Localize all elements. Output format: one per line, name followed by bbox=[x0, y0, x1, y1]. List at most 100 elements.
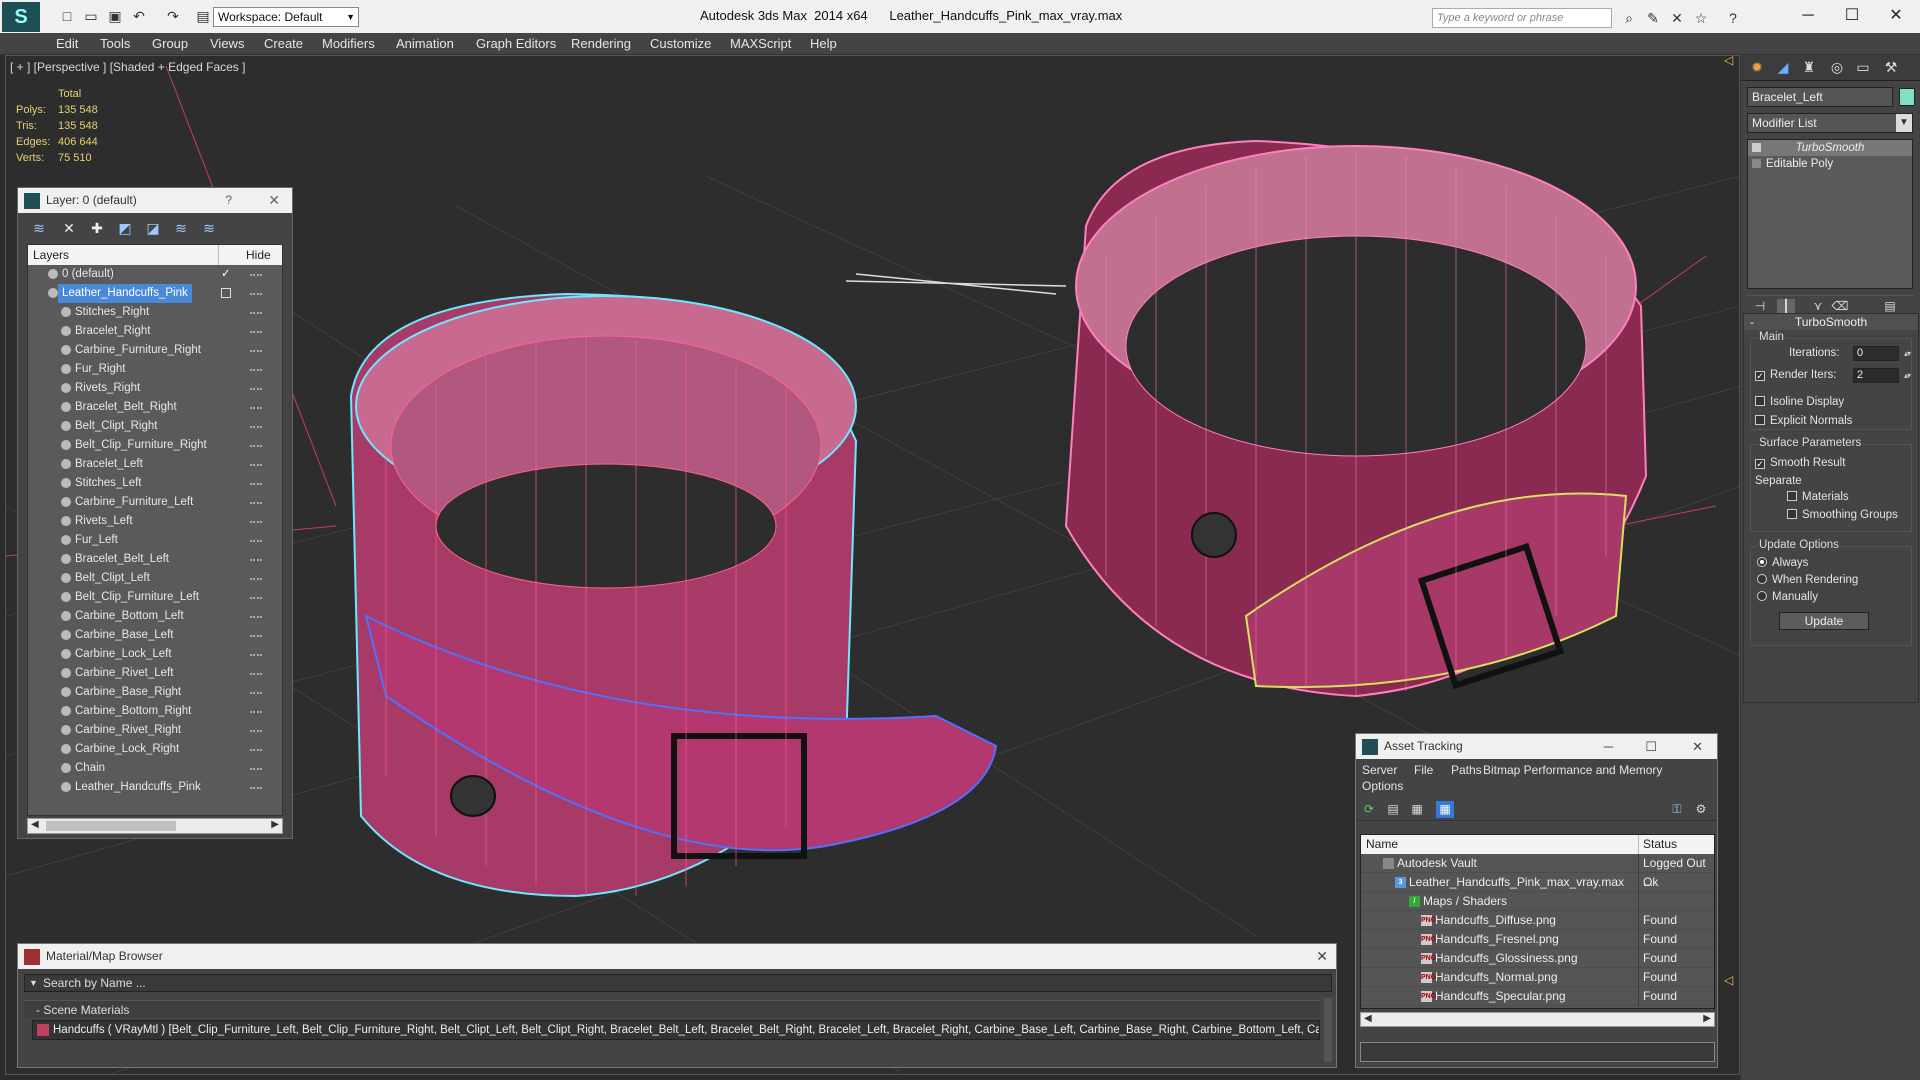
layer-row[interactable]: Belt_Clip_Furniture_Left bbox=[28, 588, 282, 607]
smoothing-groups-option[interactable]: Smoothing Groups bbox=[1787, 509, 1898, 521]
object-name-field[interactable]: Bracelet_Left bbox=[1747, 87, 1893, 107]
modify-tab-icon[interactable]: ◢ bbox=[1773, 59, 1793, 77]
smooth-result-checkbox[interactable]: ✓ bbox=[1755, 459, 1765, 469]
material-browser-scrollbar[interactable] bbox=[1324, 998, 1332, 1062]
open-file-icon[interactable]: ▭ bbox=[82, 7, 100, 25]
lightbulb-icon[interactable] bbox=[1752, 143, 1761, 152]
column-divider[interactable] bbox=[218, 245, 219, 265]
table-row[interactable]: PNG Handcuffs_Normal.png Found bbox=[1361, 968, 1714, 987]
motion-tab-icon[interactable]: ◎ bbox=[1827, 59, 1847, 77]
materials-checkbox[interactable] bbox=[1787, 491, 1797, 501]
asset-tracking-titlebar[interactable]: Asset Tracking ─ ☐ ✕ bbox=[1356, 734, 1717, 759]
vault-connect-icon[interactable]: ⚿ bbox=[1668, 801, 1686, 818]
menu-group[interactable]: Group bbox=[152, 36, 188, 51]
material-entry[interactable]: Handcuffs ( VRayMtl ) [Belt_Clip_Furnitu… bbox=[32, 1020, 1320, 1040]
menu-animation[interactable]: Animation bbox=[396, 36, 454, 51]
col-layers-header[interactable]: Layers bbox=[33, 245, 69, 265]
menu-create[interactable]: Create bbox=[264, 36, 303, 51]
material-search-input[interactable]: ▼ Search by Name ... bbox=[24, 974, 1332, 992]
layer-row[interactable]: Carbine_Bottom_Left bbox=[28, 607, 282, 626]
freeze-all-icon[interactable]: ≋ bbox=[200, 219, 218, 237]
layer-row[interactable]: Bracelet_Right bbox=[28, 322, 282, 341]
redo-icon[interactable]: ↷ bbox=[164, 7, 182, 25]
hide-toggle[interactable] bbox=[250, 293, 262, 295]
hide-toggle[interactable] bbox=[250, 274, 262, 276]
material-browser-titlebar[interactable]: Material/Map Browser ✕ bbox=[18, 944, 1336, 969]
menu-bitmap-performance[interactable]: Bitmap Performance and Memory bbox=[1483, 763, 1662, 777]
table-row[interactable]: PNG Handcuffs_Glossiness.png Found bbox=[1361, 949, 1714, 968]
hide-toggle[interactable] bbox=[250, 787, 262, 789]
hide-toggle[interactable] bbox=[250, 369, 262, 371]
hide-toggle[interactable] bbox=[250, 426, 262, 428]
hide-toggle[interactable] bbox=[250, 616, 262, 618]
smoothing-groups-checkbox[interactable] bbox=[1787, 509, 1797, 519]
thumbnail-view-icon[interactable]: ▦ bbox=[1408, 801, 1426, 818]
update-button[interactable]: Update bbox=[1779, 612, 1869, 630]
hide-toggle[interactable] bbox=[250, 388, 262, 390]
table-row[interactable]: / Maps / Shaders bbox=[1361, 892, 1714, 911]
layer-row[interactable]: Carbine_Furniture_Left bbox=[28, 493, 282, 512]
hide-toggle[interactable] bbox=[250, 673, 262, 675]
hide-toggle[interactable] bbox=[250, 312, 262, 314]
smooth-result-option[interactable]: ✓ Smooth Result bbox=[1755, 457, 1845, 469]
hide-toggle[interactable] bbox=[250, 597, 262, 599]
render-iters-option[interactable]: ✓ Render Iters: bbox=[1755, 369, 1836, 381]
table-row[interactable]: PNG Handcuffs_Fresnel.png Found bbox=[1361, 930, 1714, 949]
hierarchy-tab-icon[interactable]: ♜ bbox=[1799, 59, 1819, 77]
menu-views[interactable]: Views bbox=[210, 36, 244, 51]
maximize-button[interactable]: ☐ bbox=[1645, 734, 1657, 759]
layer-row[interactable]: Carbine_Rivet_Right bbox=[28, 721, 282, 740]
hide-toggle[interactable] bbox=[250, 540, 262, 542]
layer-row[interactable]: Carbine_Base_Right bbox=[28, 683, 282, 702]
menu-options[interactable]: Options bbox=[1362, 779, 1403, 793]
search-input[interactable]: Type a keyword or phrase bbox=[1432, 8, 1612, 28]
hide-toggle[interactable] bbox=[250, 654, 262, 656]
display-tab-icon[interactable]: ▭ bbox=[1853, 59, 1873, 77]
hide-toggle[interactable] bbox=[250, 635, 262, 637]
list-view-icon[interactable]: ▤ bbox=[1384, 801, 1402, 818]
layer-row[interactable]: Bracelet_Belt_Left bbox=[28, 550, 282, 569]
hide-toggle[interactable] bbox=[250, 730, 262, 732]
refresh-icon[interactable]: ⟳ bbox=[1360, 801, 1378, 818]
menu-maxscript[interactable]: MAXScript bbox=[730, 36, 791, 51]
hide-all-icon[interactable]: ≋ bbox=[172, 219, 190, 237]
table-row[interactable]: 3 Leather_Handcuffs_Pink_max_vray.max Ok bbox=[1361, 873, 1714, 892]
column-divider[interactable] bbox=[1638, 835, 1639, 854]
scene-materials-group[interactable]: - Scene Materials bbox=[24, 1000, 1320, 1018]
add-to-layer-icon[interactable]: ✚ bbox=[88, 219, 106, 237]
utilities-tab-icon[interactable]: ⚒ bbox=[1881, 59, 1901, 77]
help-icon[interactable]: ? bbox=[1724, 9, 1742, 27]
layer-row[interactable]: Carbine_Bottom_Right bbox=[28, 702, 282, 721]
explicit-normals-checkbox[interactable] bbox=[1755, 415, 1765, 425]
app-logo-icon[interactable]: S bbox=[2, 2, 40, 32]
hide-toggle[interactable] bbox=[250, 331, 262, 333]
table-view-icon[interactable]: ▦ bbox=[1436, 801, 1454, 818]
object-color-swatch[interactable] bbox=[1899, 88, 1915, 106]
maximize-button[interactable]: ☐ bbox=[1832, 4, 1872, 28]
col-hide-header[interactable]: Hide bbox=[246, 245, 271, 265]
table-row[interactable]: PNG Handcuffs_Specular.png Found bbox=[1361, 987, 1714, 1006]
manually-radio[interactable] bbox=[1757, 591, 1767, 601]
communication-icon[interactable]: ✕ bbox=[1668, 9, 1686, 27]
render-iters-spinner[interactable]: 2 bbox=[1853, 368, 1910, 383]
layer-row[interactable]: Rivets_Left bbox=[28, 512, 282, 531]
layer-row[interactable]: Fur_Left bbox=[28, 531, 282, 550]
favorites-icon[interactable]: ☆ bbox=[1692, 9, 1710, 27]
hide-toggle[interactable] bbox=[250, 350, 262, 352]
delete-layer-icon[interactable]: ✕ bbox=[60, 219, 78, 237]
table-row[interactable]: PNG Handcuffs_Diffuse.png Found bbox=[1361, 911, 1714, 930]
select-objects-icon[interactable]: ◩ bbox=[116, 219, 134, 237]
help-icon[interactable]: ? bbox=[225, 188, 232, 213]
modifier-list-dropdown[interactable]: Modifier List ▼ bbox=[1747, 113, 1913, 133]
layer-row[interactable]: Stitches_Left bbox=[28, 474, 282, 493]
asset-table-scrollbar[interactable]: ◀ ▶ bbox=[1360, 1012, 1715, 1027]
hide-toggle[interactable] bbox=[250, 559, 262, 561]
layer-row[interactable]: Belt_Clip_Furniture_Right bbox=[28, 436, 282, 455]
vault-settings-icon[interactable]: ⚙ bbox=[1692, 801, 1710, 818]
isoline-option[interactable]: Isoline Display bbox=[1755, 396, 1844, 408]
when-rendering-option[interactable]: When Rendering bbox=[1757, 574, 1858, 586]
hide-toggle[interactable] bbox=[250, 711, 262, 713]
menu-rendering[interactable]: Rendering bbox=[571, 36, 631, 51]
viewport-label[interactable]: [ + ] [Perspective ] [Shaded + Edged Fac… bbox=[10, 60, 245, 74]
save-file-icon[interactable]: ▣ bbox=[106, 7, 124, 25]
